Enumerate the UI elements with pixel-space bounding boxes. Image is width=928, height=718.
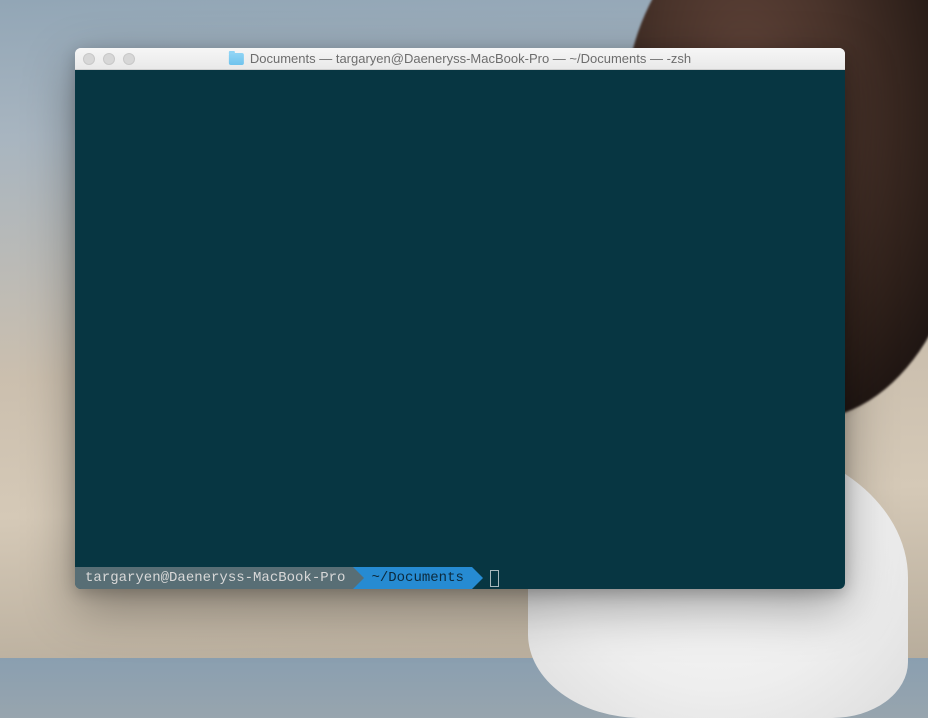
minimize-button[interactable] (103, 53, 115, 65)
cursor-icon (490, 570, 499, 587)
window-titlebar[interactable]: Documents — targaryen@Daeneryss-MacBook-… (75, 48, 845, 70)
prompt-path: ~/Documents (371, 570, 463, 586)
folder-icon (229, 53, 244, 65)
prompt-user-host: targaryen@Daeneryss-MacBook-Pro (85, 570, 345, 586)
prompt-path-segment: ~/Documents (353, 567, 471, 589)
prompt-user-host-segment: targaryen@Daeneryss-MacBook-Pro (75, 567, 353, 589)
close-button[interactable] (83, 53, 95, 65)
traffic-lights (83, 53, 135, 65)
terminal-window[interactable]: Documents — targaryen@Daeneryss-MacBook-… (75, 48, 845, 589)
zoom-button[interactable] (123, 53, 135, 65)
window-title-text: Documents — targaryen@Daeneryss-MacBook-… (250, 51, 691, 66)
prompt-line: targaryen@Daeneryss-MacBook-Pro ~/Docume… (75, 567, 845, 589)
terminal-body[interactable]: targaryen@Daeneryss-MacBook-Pro ~/Docume… (75, 70, 845, 589)
window-title: Documents — targaryen@Daeneryss-MacBook-… (229, 51, 691, 66)
